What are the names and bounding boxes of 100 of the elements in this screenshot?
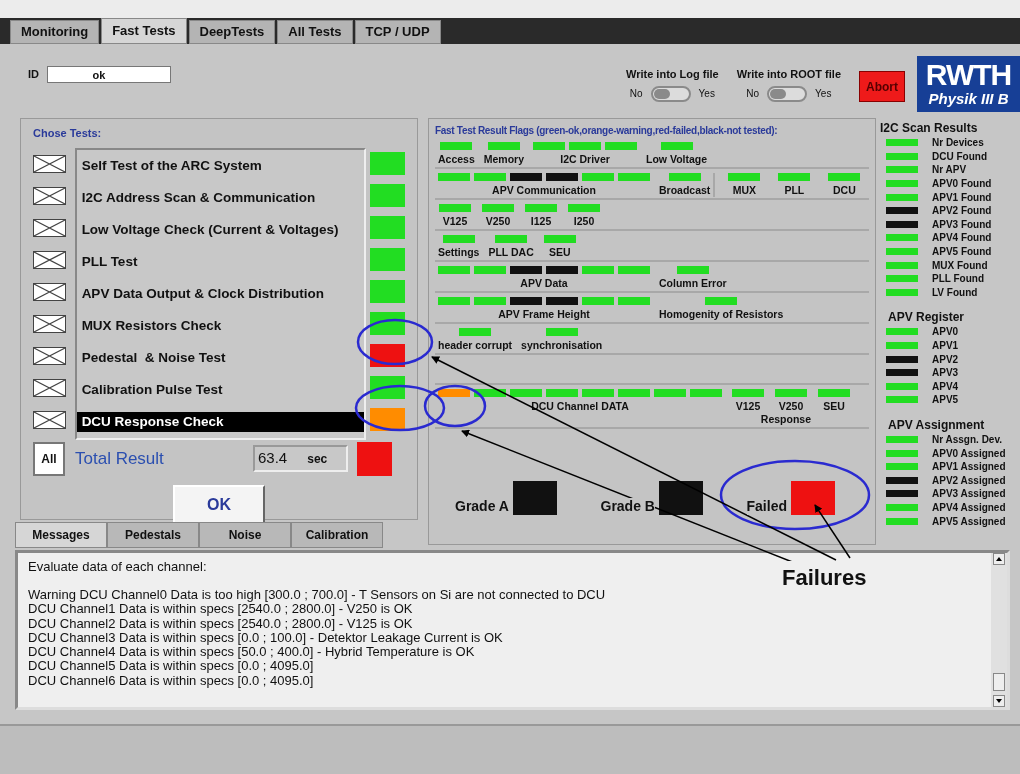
- flag-label: V125: [442, 215, 468, 228]
- all-button[interactable]: All: [33, 441, 65, 476]
- result-label: APV0: [932, 325, 959, 339]
- test-item[interactable]: DCU Response Check: [76, 411, 364, 432]
- result-label: APV5 Found: [932, 245, 992, 259]
- section-title: APV Register: [887, 309, 966, 326]
- toggle-title: Write into Log file: [626, 67, 719, 82]
- flag-label: Column Error: [659, 277, 727, 290]
- flag-label: DCU Channel DATA: [531, 400, 629, 413]
- panel-title: Chose Tests:: [33, 126, 103, 141]
- result-label: APV1: [932, 339, 959, 352]
- message-line: DCU Channel2 Data is within specs [2540.0 ; 2800.0] - V125 is OK: [28, 616, 414, 631]
- test-item[interactable]: PLL Test: [76, 251, 364, 272]
- test-item[interactable]: Self Test of the ARC System: [76, 155, 364, 176]
- x-box-icon[interactable]: [33, 186, 66, 205]
- flag-label: V125: [735, 400, 761, 413]
- result-label: APV2 Found: [932, 204, 992, 218]
- test-item[interactable]: Low Voltage Check (Current & Voltages): [76, 219, 364, 240]
- toggle-switch[interactable]: [650, 85, 691, 102]
- result-label: Nr Assgn. Dev.: [932, 433, 1003, 446]
- result-label: MUX Found: [932, 258, 988, 272]
- tab[interactable]: DeepTests: [188, 20, 276, 44]
- tab[interactable]: All Tests: [277, 20, 353, 44]
- result-label: DCU Found: [932, 149, 987, 163]
- id-label: ID: [28, 67, 39, 83]
- x-box-icon[interactable]: [33, 314, 66, 333]
- test-item[interactable]: I2C Address Scan & Communication: [76, 187, 364, 208]
- test-item[interactable]: Calibration Pulse Test: [76, 379, 364, 400]
- toggle-on-label: Yes: [815, 87, 832, 101]
- result-label: APV1 Found: [932, 190, 992, 204]
- result-label: APV0 Assigned: [932, 446, 1006, 460]
- scroll-down-icon[interactable]: [993, 695, 1005, 707]
- result-label: APV4 Found: [932, 231, 992, 245]
- x-box-icon[interactable]: [33, 378, 66, 397]
- flag-label: V250: [778, 400, 804, 413]
- toggle-title: Write into ROOT file: [736, 67, 841, 82]
- result-label: APV3: [932, 366, 959, 380]
- result-label: APV4 Assigned: [932, 500, 1006, 514]
- flag-label: APV Data: [520, 277, 568, 290]
- scrollbar[interactable]: [991, 553, 1007, 707]
- x-box-icon[interactable]: [33, 410, 66, 429]
- message-line: DCU Channel5 Data is within specs [0.0 ; 4095.0]: [28, 659, 315, 674]
- ok-button[interactable]: OK: [173, 484, 265, 525]
- result-label: APV2 Assigned: [932, 473, 1006, 487]
- flag-label: I250: [573, 215, 595, 228]
- x-box-icon[interactable]: [33, 250, 66, 269]
- result-label: APV5 Assigned: [932, 514, 1006, 528]
- flag-label: MUX: [732, 184, 757, 197]
- tab[interactable]: Noise: [199, 522, 291, 548]
- test-item[interactable]: APV Data Output & Clock Distribution: [76, 283, 364, 304]
- scroll-up-icon[interactable]: [993, 553, 1005, 565]
- flag-label: Settings: [438, 246, 480, 259]
- flag-label: APV Frame Height: [498, 308, 590, 321]
- flag-label: header corrupt: [438, 339, 513, 352]
- flag-label: DCU: [833, 184, 856, 197]
- toggle-off-label: No: [746, 87, 760, 101]
- logo-subtitle: Physik III B: [928, 90, 1009, 108]
- result-label: Nr Devices: [932, 136, 984, 150]
- result-label: Nr APV: [932, 163, 967, 177]
- result-label: APV5: [932, 393, 959, 407]
- x-box-icon[interactable]: [33, 154, 66, 173]
- total-result-label: Total Result: [75, 447, 165, 470]
- message-line: DCU Channel3 Data is within specs [0.0 ; 100.0] - Detektor Leakage Current is OK: [28, 630, 504, 646]
- panel-title: Fast Test Result Flags (green-ok,orange-warning,red-failed,black-not tested):: [435, 124, 779, 138]
- tab[interactable]: Messages: [15, 522, 107, 548]
- flag-label: Low Voltage: [646, 153, 708, 166]
- toggle-switch[interactable]: [767, 85, 808, 102]
- tab[interactable]: Monitoring: [10, 20, 100, 44]
- scroll-thumb[interactable]: [993, 673, 1005, 691]
- x-box-icon[interactable]: [33, 218, 66, 237]
- flag-label: Access: [438, 153, 475, 166]
- time-value: 63.4: [258, 448, 288, 469]
- result-label: APV2: [932, 352, 959, 366]
- result-label: APV4: [932, 379, 959, 393]
- x-box-icon[interactable]: [33, 282, 66, 301]
- test-item[interactable]: MUX Resistors Check: [76, 315, 364, 336]
- result-label: LV Found: [932, 285, 978, 299]
- tab[interactable]: Pedestals: [107, 522, 199, 548]
- message-line: Evaluate data of each channel:: [28, 559, 208, 574]
- result-label: APV1 Assigned: [932, 460, 1006, 474]
- flag-label: V250: [485, 215, 511, 228]
- tab[interactable]: Calibration: [291, 522, 383, 548]
- section-title: APV Assignment: [887, 416, 986, 433]
- id-field[interactable]: ok: [47, 66, 171, 83]
- result-label: APV3 Found: [932, 217, 992, 231]
- message-line: DCU Channel6 Data is within specs [0.0 ; 4095.0]: [28, 673, 315, 689]
- logo-title: RWTH: [925, 60, 1012, 90]
- flag-label: PLL: [784, 184, 805, 197]
- flag-label: Memory: [483, 153, 525, 166]
- tab[interactable]: Fast Tests: [101, 18, 187, 44]
- result-label: APV0 Found: [932, 177, 992, 191]
- test-item[interactable]: Pedestal & Noise Test: [76, 347, 364, 368]
- flag-note: Response: [760, 413, 811, 426]
- message-line: Warning DCU Channel0 Data is too high [300.0 ; 700.0] - T Sensors on Si are not connected to DCU: [28, 588, 607, 603]
- tab[interactable]: TCP / UDP: [354, 20, 441, 44]
- flag-label: I125: [530, 215, 552, 228]
- flag-label: APV Communication: [492, 184, 596, 197]
- message-line: DCU Channel1 Data is within specs [2540.0 ; 2800.0] - V250 is OK: [28, 602, 414, 617]
- flag-label: PLL DAC: [488, 246, 534, 259]
- x-box-icon[interactable]: [33, 346, 66, 365]
